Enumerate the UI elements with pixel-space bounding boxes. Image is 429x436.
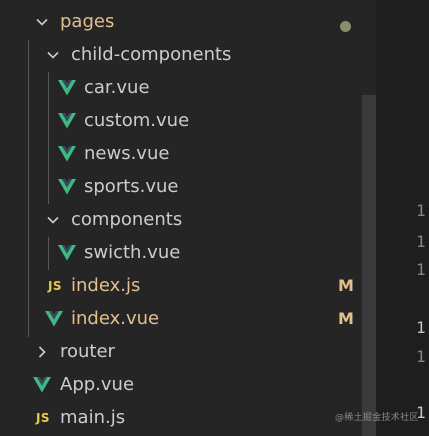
tree-item-main-js[interactable]: JS main.js	[0, 401, 376, 434]
git-modified-badge: M	[338, 276, 354, 295]
tree-item-child-components[interactable]: child-components	[0, 38, 376, 71]
tree-item-label: pages	[60, 11, 115, 32]
tree-item-label: main.js	[60, 407, 126, 428]
line-number: 1	[416, 201, 426, 220]
tree-item-car-vue[interactable]: car.vue	[0, 71, 376, 104]
tree-item-components[interactable]: components	[0, 203, 376, 236]
vue-icon	[58, 79, 76, 97]
tree-item-switch-vue[interactable]: swicth.vue	[0, 236, 376, 269]
tree-item-index-vue[interactable]: index.vue M	[0, 302, 376, 335]
line-number: 1	[416, 318, 426, 337]
git-modified-badge: M	[338, 309, 354, 328]
vue-icon	[58, 145, 76, 163]
tree-item-custom-vue[interactable]: custom.vue	[0, 104, 376, 137]
tree-item-label: car.vue	[84, 77, 150, 98]
tree-item-label: index.vue	[71, 308, 160, 329]
tree-item-label: custom.vue	[84, 110, 190, 131]
vue-icon	[58, 112, 76, 130]
tree-item-label: App.vue	[60, 374, 135, 395]
tree-item-app-vue[interactable]: App.vue	[0, 368, 376, 401]
tree-item-label: child-components	[71, 44, 232, 65]
tree-item-label: sports.vue	[84, 176, 179, 197]
js-icon: JS	[47, 279, 63, 293]
js-icon: JS	[35, 411, 51, 425]
vue-icon	[58, 244, 76, 262]
line-number: 1	[416, 260, 426, 279]
line-number: 1	[416, 347, 426, 366]
watermark: @稀土掘金技术社区	[335, 413, 419, 423]
modified-dot	[340, 21, 351, 32]
vue-icon	[33, 376, 51, 394]
tree-item-news-vue[interactable]: news.vue	[0, 137, 376, 170]
chevron-right-icon[interactable]	[33, 343, 51, 361]
line-number: 1	[416, 232, 426, 251]
vue-icon	[58, 178, 76, 196]
tree-item-label: news.vue	[84, 143, 170, 164]
tree-item-pages[interactable]: pages	[0, 5, 376, 38]
chevron-down-icon[interactable]	[44, 46, 62, 64]
explorer-scrollbar[interactable]	[362, 95, 376, 436]
chevron-down-icon[interactable]	[44, 211, 62, 229]
tree-item-label: swicth.vue	[84, 242, 181, 263]
tree-item-index-js[interactable]: JS index.js M	[0, 269, 376, 302]
tree-item-router[interactable]: router	[0, 335, 376, 368]
tree-item-label: router	[60, 341, 115, 362]
tree-item-label: components	[71, 209, 183, 230]
tree-item-label: index.js	[71, 275, 141, 296]
chevron-down-icon[interactable]	[33, 13, 51, 31]
file-explorer: pages child-components car.vue custom.vu…	[0, 0, 376, 436]
vue-icon	[45, 310, 63, 328]
tree-item-sports-vue[interactable]: sports.vue	[0, 170, 376, 203]
